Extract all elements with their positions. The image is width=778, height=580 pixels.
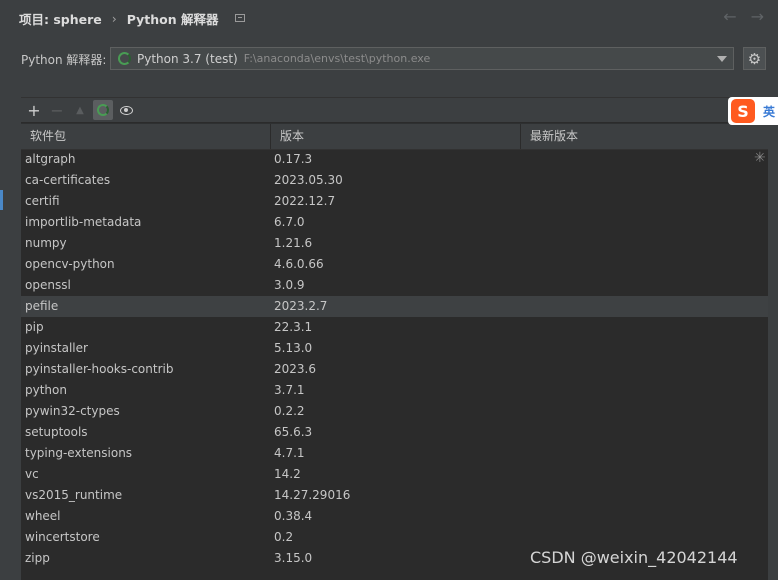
breadcrumb-project[interactable]: 项目: sphere [19, 9, 102, 28]
package-name: wheel [25, 509, 61, 523]
package-table-body: altgraph 0.17.3 ca-certificates 2023.05.30 c… [21, 149, 768, 569]
packages-panel: + − ▲ 软件包 版本 最新版本 altgraph 0.17.3 ca-certi… [21, 97, 768, 580]
package-version: 0.38.4 [274, 509, 313, 523]
upgrade-icon: ▲ [76, 104, 84, 116]
plus-icon: + [27, 100, 41, 120]
package-version: 1.21.6 [274, 236, 313, 250]
package-name: pywin32-ctypes [25, 404, 120, 418]
page-menu-icon[interactable] [234, 14, 245, 22]
ime-mode-label: 英 [763, 104, 776, 119]
package-version: 3.7.1 [274, 383, 305, 397]
table-row[interactable]: ca-certificates 2023.05.30 [21, 170, 768, 191]
table-header: 软件包 版本 最新版本 [21, 123, 768, 150]
package-name: ca-certificates [25, 173, 111, 187]
breadcrumb-separator: › [111, 10, 117, 26]
conda-icon [97, 104, 109, 116]
column-header-version[interactable]: 版本 [271, 124, 521, 149]
packages-toolbar: + − ▲ [21, 98, 768, 122]
show-early-releases-button[interactable] [116, 100, 136, 120]
package-version: 2023.6 [274, 362, 316, 376]
package-name: opencv-python [25, 257, 115, 271]
nav-arrows: ← → [723, 7, 764, 26]
interpreter-settings-button[interactable]: ⚙ [743, 47, 766, 70]
package-name: numpy [25, 236, 67, 250]
package-name: setuptools [25, 425, 88, 439]
use-conda-button[interactable] [93, 100, 113, 120]
loading-spinner-icon: ✳ [754, 150, 766, 166]
package-name: pip [25, 320, 44, 334]
column-header-latest-version[interactable]: 最新版本 [521, 124, 768, 149]
interpreter-path: F:\anaconda\envs\test\python.exe [243, 52, 431, 65]
column-header-package[interactable]: 软件包 [21, 124, 271, 149]
package-name: vc [25, 467, 39, 481]
breadcrumb: 项目: sphere › Python 解释器 [19, 9, 245, 27]
table-row[interactable]: python 3.7.1 [21, 380, 768, 401]
package-name: vs2015_runtime [25, 488, 123, 502]
table-row[interactable]: importlib-metadata 6.7.0 [21, 212, 768, 233]
forward-arrow-icon[interactable]: → [751, 7, 764, 26]
sogou-logo-icon: S [731, 99, 755, 123]
eye-icon [119, 105, 133, 115]
upgrade-package-button[interactable]: ▲ [70, 100, 90, 120]
package-version: 2022.12.7 [274, 194, 336, 208]
table-row[interactable]: wheel 0.38.4 [21, 506, 768, 527]
watermark: CSDN @weixin_42042144 [530, 548, 738, 567]
ime-indicator[interactable]: S 英 [728, 97, 778, 125]
remove-package-button[interactable]: − [47, 100, 67, 120]
package-name: certifi [25, 194, 60, 208]
python-interpreter-icon [118, 52, 131, 65]
package-version: 65.6.3 [274, 425, 313, 439]
table-row[interactable]: pefile 2023.2.7 [21, 296, 768, 317]
package-name: pyinstaller [25, 341, 88, 355]
table-row[interactable]: typing-extensions 4.7.1 [21, 443, 768, 464]
package-name: pyinstaller-hooks-contrib [25, 362, 174, 376]
gear-icon: ⚙ [747, 49, 762, 68]
interpreter-name: Python 3.7 (test) [137, 51, 238, 66]
package-version: 3.15.0 [274, 551, 313, 565]
package-version: 0.2 [274, 530, 294, 544]
table-row[interactable]: certifi 2022.12.7 [21, 191, 768, 212]
package-version: 14.2 [274, 467, 301, 481]
interpreter-select[interactable]: Python 3.7 (test) F:\anaconda\envs\test\… [110, 47, 734, 70]
back-arrow-icon[interactable]: ← [723, 7, 736, 26]
package-name: importlib-metadata [25, 215, 142, 229]
table-row[interactable]: pyinstaller 5.13.0 [21, 338, 768, 359]
table-row[interactable]: pywin32-ctypes 0.2.2 [21, 401, 768, 422]
package-name: openssl [25, 278, 71, 292]
package-version: 0.17.3 [274, 152, 313, 166]
table-row[interactable]: wincertstore 0.2 [21, 527, 768, 548]
breadcrumb-page: Python 解释器 [126, 11, 219, 27]
package-name: pefile [25, 299, 59, 313]
left-gutter-marker [0, 190, 3, 210]
table-row[interactable]: altgraph 0.17.3 [21, 149, 768, 170]
package-name: zipp [25, 551, 50, 565]
package-version: 0.2.2 [274, 404, 305, 418]
package-version: 4.7.1 [274, 446, 305, 460]
table-row[interactable]: opencv-python 4.6.0.66 [21, 254, 768, 275]
package-version: 6.7.0 [274, 215, 305, 229]
table-row[interactable]: numpy 1.21.6 [21, 233, 768, 254]
table-row[interactable]: pyinstaller-hooks-contrib 2023.6 [21, 359, 768, 380]
package-version: 5.13.0 [274, 341, 313, 355]
table-row[interactable]: setuptools 65.6.3 [21, 422, 768, 443]
chevron-down-icon[interactable] [717, 56, 727, 62]
table-row[interactable]: openssl 3.0.9 [21, 275, 768, 296]
minus-icon: − [50, 100, 64, 120]
package-version: 2023.2.7 [274, 299, 328, 313]
package-name: python [25, 383, 67, 397]
package-name: typing-extensions [25, 446, 133, 460]
interpreter-label: Python 解释器: [21, 53, 107, 67]
table-row[interactable]: vs2015_runtime 14.27.29016 [21, 485, 768, 506]
add-package-button[interactable]: + [24, 100, 44, 120]
package-version: 4.6.0.66 [274, 257, 324, 271]
package-name: wincertstore [25, 530, 100, 544]
table-row[interactable]: pip 22.3.1 [21, 317, 768, 338]
package-name: altgraph [25, 152, 76, 166]
package-version: 3.0.9 [274, 278, 305, 292]
package-version: 14.27.29016 [274, 488, 351, 502]
table-row[interactable]: vc 14.2 [21, 464, 768, 485]
package-version: 2023.05.30 [274, 173, 343, 187]
package-version: 22.3.1 [274, 320, 313, 334]
